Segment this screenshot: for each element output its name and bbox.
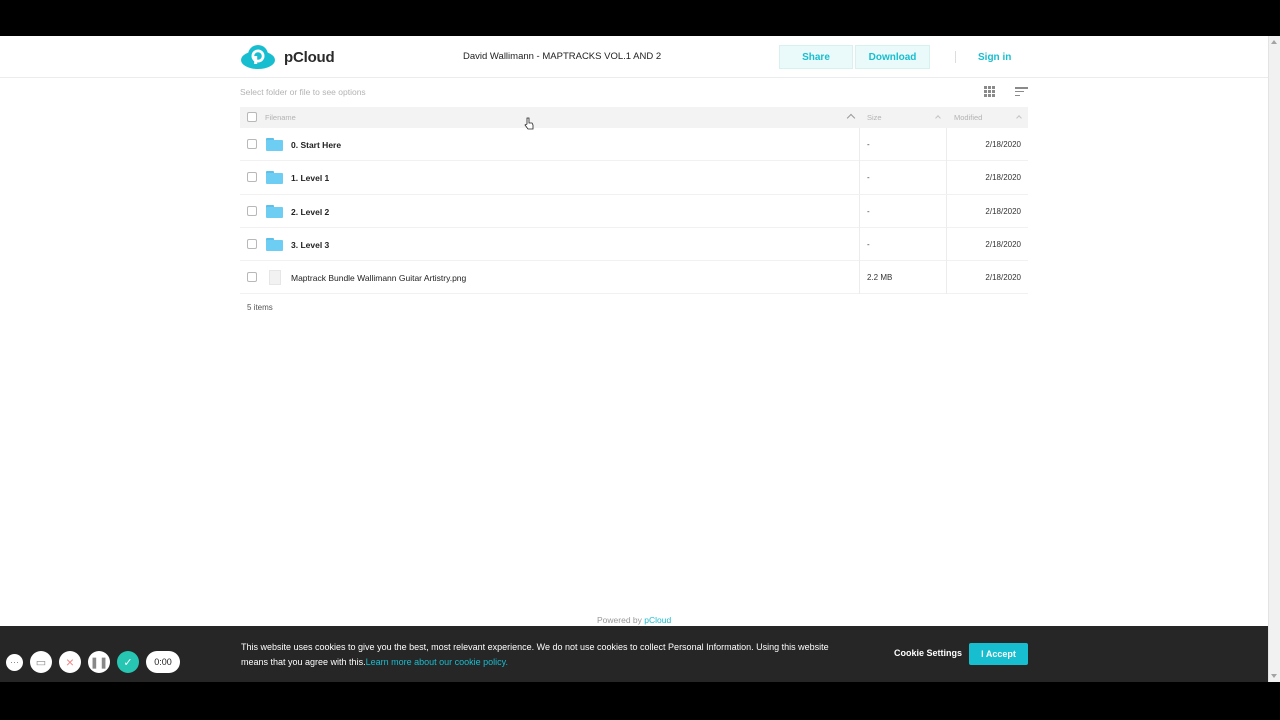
- file-name[interactable]: 2. Level 2: [291, 207, 329, 217]
- column-filename[interactable]: Filename: [265, 113, 296, 122]
- download-button[interactable]: Download: [855, 45, 930, 69]
- pcloud-logo-icon: [241, 45, 275, 69]
- column-size[interactable]: Size: [867, 113, 882, 122]
- size-cell: -: [859, 227, 947, 261]
- file-size: -: [867, 206, 870, 216]
- row-checkbox[interactable]: [247, 272, 257, 283]
- file-name[interactable]: 1. Level 1: [291, 173, 329, 183]
- mouse-cursor-icon: [524, 117, 534, 130]
- folder-icon: [266, 138, 283, 151]
- folder-icon: [266, 204, 283, 218]
- scroll-up-icon[interactable]: [1271, 40, 1277, 44]
- top-bar: pCloud David Wallimann - MAPTRACKS VOL.1…: [0, 36, 1268, 78]
- sign-in-link[interactable]: Sign in: [978, 52, 1011, 63]
- item-count: 5 items: [247, 303, 273, 312]
- modified-date: 2/18/2020: [985, 173, 1021, 183]
- size-sort-icon[interactable]: [935, 115, 941, 121]
- cookie-policy-link[interactable]: Learn more about our cookie policy.: [366, 657, 508, 667]
- check-icon[interactable]: ✓: [117, 651, 139, 673]
- folder-icon: [266, 237, 283, 251]
- table-row[interactable]: 2. Level 2 - 2/18/2020: [240, 194, 1028, 228]
- table-header: Filename Size Modified: [240, 107, 1028, 128]
- column-modified[interactable]: Modified: [954, 113, 982, 122]
- powered-brand-link[interactable]: pCloud: [644, 615, 671, 625]
- file-name[interactable]: 0. Start Here: [291, 140, 341, 150]
- cookie-banner: This website uses cookies to give you th…: [0, 626, 1268, 682]
- table-row[interactable]: Maptrack Bundle Wallimann Guitar Artistr…: [240, 261, 1028, 295]
- browser-viewport: pCloud David Wallimann - MAPTRACKS VOL.1…: [0, 36, 1280, 682]
- powered-prefix: Powered by: [597, 615, 642, 625]
- logo-text: pCloud: [284, 48, 335, 66]
- cookie-message: This website uses cookies to give you th…: [241, 642, 829, 667]
- row-checkbox[interactable]: [247, 172, 257, 183]
- accept-cookies-button[interactable]: I Accept: [969, 643, 1028, 665]
- modified-date: 2/18/2020: [985, 273, 1021, 283]
- file-size: 2.2 MB: [867, 273, 893, 283]
- powered-by: Powered by pCloud: [597, 615, 671, 625]
- cookie-settings-button[interactable]: Cookie Settings: [894, 648, 962, 658]
- file-table: Filename Size Modified 0. Start Here - 2…: [240, 107, 1028, 295]
- modified-date: 2/18/2020: [985, 140, 1021, 149]
- cookie-text-block: This website uses cookies to give you th…: [241, 640, 831, 670]
- folder-icon: [266, 171, 283, 185]
- recording-timer: 0:00: [146, 651, 180, 673]
- size-cell: -: [859, 194, 947, 228]
- size-cell: -: [859, 161, 947, 195]
- selection-hint: Select folder or file to see options: [240, 87, 366, 97]
- grid-view-icon[interactable]: [984, 86, 996, 97]
- more-icon[interactable]: ⋯: [6, 653, 23, 671]
- image-file-icon: [269, 270, 281, 286]
- recorder-controls: ⋯ ▭ × ❚❚ ✓ 0:00: [6, 651, 180, 673]
- file-size: -: [867, 173, 870, 183]
- close-icon[interactable]: ×: [59, 651, 81, 673]
- camera-icon[interactable]: ▭: [30, 651, 52, 673]
- pcloud-logo[interactable]: pCloud: [240, 44, 335, 70]
- file-name[interactable]: Maptrack Bundle Wallimann Guitar Artistr…: [291, 273, 466, 283]
- file-size: -: [867, 239, 870, 249]
- row-checkbox[interactable]: [247, 238, 257, 249]
- sort-icon[interactable]: [1015, 87, 1028, 97]
- size-cell: -: [859, 128, 947, 161]
- table-row[interactable]: 0. Start Here - 2/18/2020: [240, 128, 1028, 162]
- modified-date: 2/18/2020: [985, 206, 1021, 216]
- pause-icon[interactable]: ❚❚: [88, 651, 110, 673]
- modified-date: 2/18/2020: [985, 239, 1021, 249]
- file-size: -: [867, 140, 870, 149]
- header-divider: [955, 51, 956, 63]
- page-scrollbar[interactable]: [1268, 36, 1280, 682]
- table-row[interactable]: 1. Level 1 - 2/18/2020: [240, 161, 1028, 195]
- row-checkbox[interactable]: [247, 139, 257, 149]
- size-cell: 2.2 MB: [859, 261, 947, 295]
- share-button[interactable]: Share: [779, 45, 853, 69]
- table-row[interactable]: 3. Level 3 - 2/18/2020: [240, 227, 1028, 262]
- file-name[interactable]: 3. Level 3: [291, 240, 329, 250]
- scroll-down-icon[interactable]: [1271, 674, 1277, 678]
- modified-sort-icon[interactable]: [1016, 115, 1022, 121]
- select-all-checkbox[interactable]: [247, 112, 257, 122]
- sort-asc-icon[interactable]: [846, 113, 856, 123]
- row-checkbox[interactable]: [247, 205, 257, 216]
- shared-link-title: David Wallimann - MAPTRACKS VOL.1 AND 2: [463, 51, 662, 62]
